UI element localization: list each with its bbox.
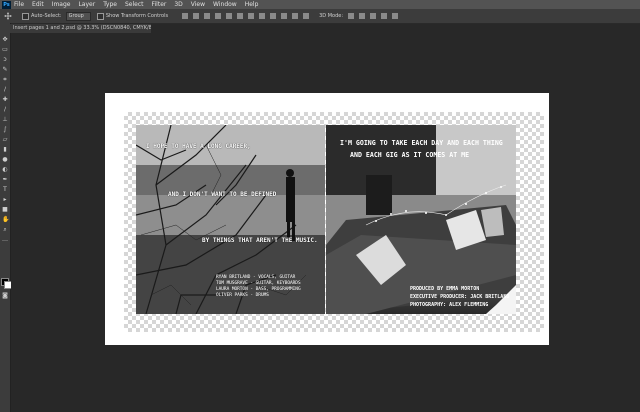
menu-view[interactable]: View [191, 1, 205, 8]
distribute-right-icon[interactable] [303, 13, 310, 19]
options-bar: Auto-Select: Group Show Transform Contro… [0, 9, 640, 24]
left-quote-line-2: AND I DON'T WANT TO BE DEFINED [168, 191, 277, 198]
history-brush-tool-icon[interactable]: ∫ [2, 127, 8, 133]
3d-mode-label: 3D Mode: [319, 13, 344, 19]
distribute-hcenter-icon[interactable] [292, 13, 299, 19]
3d-roll-icon[interactable] [359, 13, 366, 19]
align-hcenter-icon[interactable] [226, 13, 233, 19]
menu-edit[interactable]: Edit [32, 1, 44, 8]
distribute-top-icon[interactable] [248, 13, 255, 19]
3d-scale-icon[interactable] [392, 13, 399, 19]
distribute-vcenter-icon[interactable] [259, 13, 266, 19]
edit-toolbar-icon[interactable]: … [2, 237, 8, 243]
align-vcenter-icon[interactable] [193, 13, 200, 19]
band-credits: RYAN BRITLAND - VOCALS, GUITAR TOM MUSGR… [216, 275, 301, 299]
left-page-photo: I HOPE TO HAVE A LONG CAREER, AND I DON'… [136, 125, 325, 314]
menu-window[interactable]: Window [213, 1, 237, 8]
distribute-bottom-icon[interactable] [270, 13, 277, 19]
dodge-tool-icon[interactable]: ◐ [2, 167, 8, 173]
eraser-tool-icon[interactable]: ▱ [2, 137, 8, 143]
align-right-icon[interactable] [237, 13, 244, 19]
type-tool-icon[interactable]: T [2, 187, 8, 193]
distribute-left-icon[interactable] [281, 13, 288, 19]
right-headline-line-1: I'M GOING TO TAKE EACH DAY AND EACH THIN… [340, 139, 503, 147]
marquee-tool-icon[interactable]: ▭ [2, 47, 8, 53]
band-credit-4: OLIVER PARKS - DRUMS [216, 293, 269, 298]
left-quote-line-1: I HOPE TO HAVE A LONG CAREER, [146, 143, 251, 150]
menu-layer[interactable]: Layer [78, 1, 95, 8]
menu-image[interactable]: Image [52, 1, 71, 8]
3d-slide-icon[interactable] [381, 13, 388, 19]
crop-tool-icon[interactable]: ⌗ [2, 77, 8, 83]
gradient-tool-icon[interactable]: ▮ [2, 147, 8, 153]
menu-filter[interactable]: Filter [152, 1, 167, 8]
menu-3d[interactable]: 3D [174, 1, 182, 8]
align-left-icon[interactable] [215, 13, 222, 19]
menu-bar: Ps File Edit Image Layer Type Select Fil… [0, 0, 640, 9]
auto-select-dropdown[interactable]: Group [65, 11, 91, 21]
clone-stamp-tool-icon[interactable]: ⊥ [2, 117, 8, 123]
auto-select-label: Auto-Select: [31, 13, 62, 19]
blur-tool-icon[interactable]: ● [2, 157, 8, 163]
hand-tool-icon[interactable]: ✋ [2, 217, 9, 223]
menu-file[interactable]: File [14, 1, 24, 8]
menu-type[interactable]: Type [103, 1, 117, 8]
3d-rotate-icon[interactable] [348, 13, 355, 19]
tools-panel: ✥ ▭ ↄ ✎ ⌗ ∕ ✚ ∕ ⊥ ∫ ▱ ▮ ● ◐ ✒ T ▸ ■ ✋ ⌕ … [0, 23, 12, 412]
production-credit-1: PRODUCED BY EMMA MORTON [410, 286, 480, 292]
left-quote-line-3: BY THINGS THAT AREN'T THE MUSIC. [202, 237, 318, 244]
document-tab-row: Insert pages 1 and 2.psd @ 33.3% (DSCN08… [10, 24, 640, 33]
pen-tool-icon[interactable]: ✒ [2, 177, 8, 183]
healing-brush-tool-icon[interactable]: ✚ [2, 97, 8, 103]
eyedropper-tool-icon[interactable]: ∕ [2, 87, 8, 93]
lasso-tool-icon[interactable]: ↄ [2, 57, 8, 63]
move-tool-icon[interactable]: ✥ [2, 37, 8, 43]
right-headline-line-2: AND EACH GIG AS IT COMES AT ME [350, 151, 470, 159]
quick-select-tool-icon[interactable]: ✎ [2, 67, 8, 73]
3d-mode-buttons [348, 13, 399, 19]
right-page-photo: I'M GOING TO TAKE EACH DAY AND EACH THIN… [326, 125, 516, 314]
photoshop-logo: Ps [2, 0, 11, 9]
production-credit-3: PHOTOGRAPHY: ALEX FLEMMING [410, 302, 489, 308]
brush-tool-icon[interactable]: ∕ [2, 107, 8, 113]
align-bottom-icon[interactable] [204, 13, 211, 19]
align-top-icon[interactable] [182, 13, 189, 19]
align-buttons [182, 13, 310, 19]
zoom-tool-icon[interactable]: ⌕ [2, 227, 8, 233]
production-credit-2: EXECUTIVE PRODUCER: JACK BRITLAND [410, 294, 510, 300]
path-select-tool-icon[interactable]: ▸ [2, 197, 8, 203]
menu-help[interactable]: Help [245, 1, 259, 8]
auto-select-checkbox[interactable] [22, 12, 29, 20]
menu-select[interactable]: Select [125, 1, 144, 8]
shape-tool-icon[interactable]: ■ [2, 207, 8, 213]
move-tool-preset-icon[interactable] [3, 12, 13, 20]
3d-pan-icon[interactable] [370, 13, 377, 19]
production-credits: PRODUCED BY EMMA MORTON EXECUTIVE PRODUC… [410, 285, 509, 309]
quick-mask-icon[interactable]: ◙ [2, 293, 8, 299]
show-transform-label: Show Transform Controls [105, 13, 169, 19]
show-transform-checkbox[interactable] [96, 12, 104, 20]
document-tab[interactable]: Insert pages 1 and 2.psd @ 33.3% (DSCN08… [10, 24, 151, 33]
